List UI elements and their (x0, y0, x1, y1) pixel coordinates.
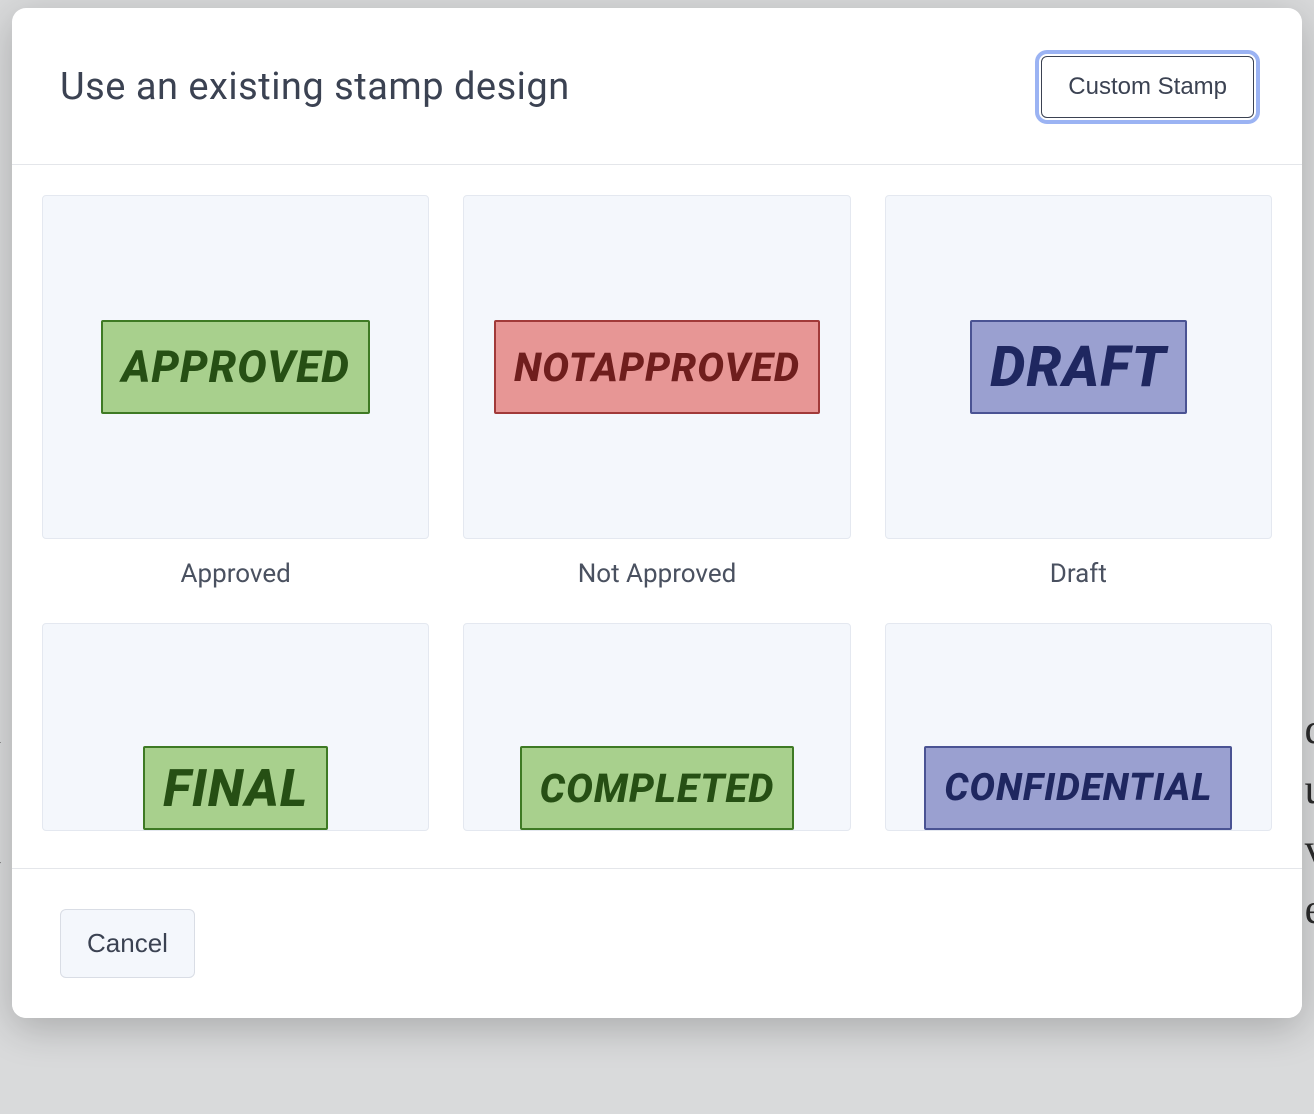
backdrop-text-left: h a d e o (0, 700, 1, 1000)
custom-stamp-button[interactable]: Custom Stamp (1041, 56, 1254, 118)
stamp-grid: APPROVED Approved NOTAPPROVED Not Approv… (42, 195, 1272, 831)
stamp-caption: Approved (42, 559, 429, 589)
stamp-preview: FINAL (143, 746, 328, 830)
dialog-footer: Cancel (12, 868, 1302, 1018)
stamp-card[interactable]: APPROVED (42, 195, 429, 539)
stamp-option-completed: COMPLETED (463, 623, 850, 831)
dialog-header: Use an existing stamp design Custom Stam… (12, 8, 1302, 165)
stamp-card[interactable]: FINAL (42, 623, 429, 831)
stamp-option-not-approved: NOTAPPROVED Not Approved (463, 195, 850, 589)
stamp-picker-dialog: Use an existing stamp design Custom Stam… (12, 8, 1302, 1018)
stamp-preview: COMPLETED (520, 746, 795, 830)
stamp-option-approved: APPROVED Approved (42, 195, 429, 589)
cancel-button[interactable]: Cancel (60, 909, 195, 978)
stamp-card[interactable]: DRAFT (885, 195, 1272, 539)
stamp-caption: Draft (885, 559, 1272, 589)
stamp-option-confidential: CONFIDENTIAL (885, 623, 1272, 831)
stamp-preview: APPROVED (101, 320, 369, 414)
stamp-option-draft: DRAFT Draft (885, 195, 1272, 589)
stamp-card[interactable]: CONFIDENTIAL (885, 623, 1272, 831)
backdrop-text-right: d us vi e (1305, 700, 1314, 940)
dialog-title: Use an existing stamp design (60, 65, 570, 109)
stamp-option-final: FINAL (42, 623, 429, 831)
stamp-card[interactable]: NOTAPPROVED (463, 195, 850, 539)
stamp-caption: Not Approved (463, 559, 850, 589)
stamp-preview: DRAFT (970, 320, 1186, 414)
dialog-body: APPROVED Approved NOTAPPROVED Not Approv… (12, 165, 1302, 868)
stamp-preview: CONFIDENTIAL (924, 746, 1232, 830)
stamp-preview: NOTAPPROVED (494, 320, 820, 414)
stamp-card[interactable]: COMPLETED (463, 623, 850, 831)
